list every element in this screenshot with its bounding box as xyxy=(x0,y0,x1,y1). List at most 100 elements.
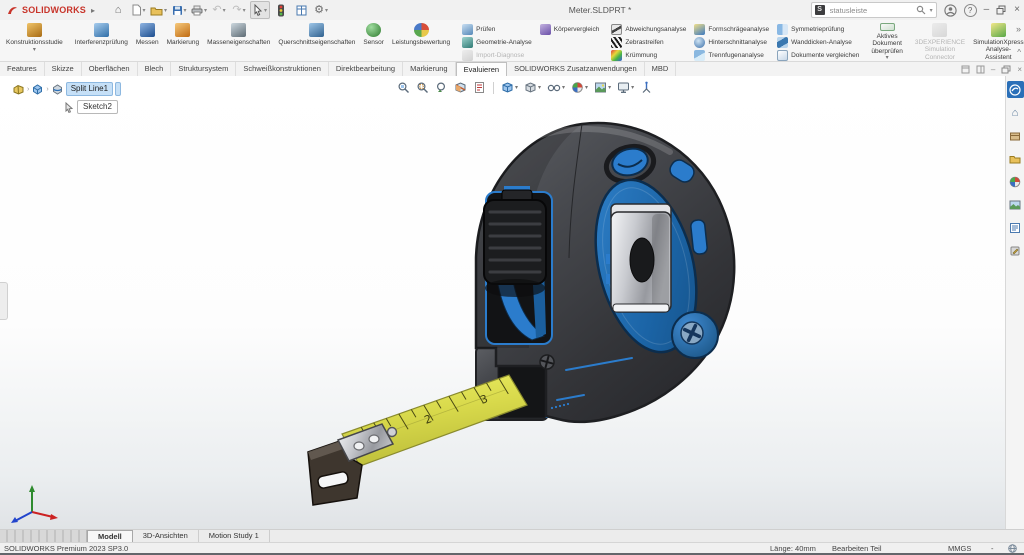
new-document-button[interactable]: ▾ xyxy=(129,2,147,18)
tab-blech[interactable]: Blech xyxy=(138,62,172,76)
check-active-document-icon xyxy=(880,23,895,31)
minimize-button[interactable]: – xyxy=(984,0,990,20)
doc-minimize-button[interactable]: – xyxy=(991,63,995,76)
part-icon[interactable] xyxy=(12,83,25,96)
print-button[interactable]: ▾ xyxy=(190,2,208,18)
menu-expand-arrow[interactable]: ▸ xyxy=(91,6,95,15)
tab-schweisskonstruktionen[interactable]: Schweißkonstruktionen xyxy=(236,62,329,76)
display-style-button[interactable]: ▾ xyxy=(523,80,542,95)
ribbon-button-sensor[interactable]: Sensor xyxy=(359,21,388,61)
ribbon-button-interferenzpruefung[interactable]: Interferenzprüfung xyxy=(71,21,132,61)
tab-features[interactable]: Features xyxy=(0,62,45,76)
solid-body-icon[interactable] xyxy=(31,83,44,96)
ribbon-button-abweichungsanalyse[interactable]: Abweichungsanalyse xyxy=(611,24,686,35)
edit-appearance-button[interactable]: ▾ xyxy=(570,80,589,95)
tab-direktbearbeitung[interactable]: Direktbearbeitung xyxy=(329,62,403,76)
status-globe-icon[interactable] xyxy=(1008,544,1017,553)
split-line-feature-icon[interactable] xyxy=(51,83,64,96)
solidworks-logo[interactable]: SOLIDWORKS ▸ xyxy=(0,4,109,17)
view-settings-button[interactable]: ▾ xyxy=(616,80,635,95)
tab-evaluieren[interactable]: Evaluieren xyxy=(456,62,507,76)
previous-view-button[interactable] xyxy=(434,80,449,95)
pane-preview-icon-2[interactable] xyxy=(976,65,985,74)
ribbon-button-wanddicken-analyse[interactable]: Wanddicken-Analyse xyxy=(777,37,859,48)
ribbon-overflow-button[interactable]: » xyxy=(1016,24,1021,34)
ribbon-button-querschnittseigenschaften[interactable]: Querschnittseigenschaften xyxy=(274,21,359,61)
tab-mbd[interactable]: MBD xyxy=(645,62,677,76)
ribbon-button-leistungsbewertung[interactable]: Leistungsbewertung xyxy=(388,21,454,61)
open-button[interactable]: ▾ xyxy=(149,2,168,18)
tape-measure-model[interactable]: 3 2 xyxy=(280,108,760,528)
tab-zusatzanwendungen[interactable]: SOLIDWORKS Zusatzanwendungen xyxy=(507,62,645,76)
section-view-button[interactable] xyxy=(453,80,468,95)
zoom-to-fit-button[interactable] xyxy=(396,80,411,95)
feature-tree-collapsed-tab[interactable] xyxy=(0,282,8,320)
ribbon-button-trennfugenanalyse[interactable]: Trennfugenanalyse xyxy=(694,50,769,61)
search-box[interactable]: S ▾ xyxy=(811,2,937,18)
ribbon-button-zebrastreifen[interactable]: Zebrastreifen xyxy=(611,37,686,48)
3d-drawing-view-button[interactable] xyxy=(639,80,654,95)
home-button[interactable]: ⌂ xyxy=(109,2,127,18)
units-selector[interactable]: MMGS xyxy=(948,544,971,554)
help-icon[interactable]: ? xyxy=(964,4,977,17)
dropdown-arrow[interactable]: ▾ xyxy=(33,47,36,53)
rebuild-button[interactable] xyxy=(272,2,290,18)
ribbon-button-koerpervergleich[interactable]: Körpervergleich xyxy=(540,24,600,35)
ribbon-button-konstruktionsstudie[interactable]: Konstruktionsstudie ▾ xyxy=(2,21,67,61)
breadcrumb-handle[interactable] xyxy=(115,82,121,96)
search-dropdown-arrow[interactable]: ▾ xyxy=(930,7,933,14)
ribbon-button-markierung[interactable]: Markierung xyxy=(163,21,204,61)
design-library-tab[interactable] xyxy=(1007,127,1024,144)
symmetry-check-icon xyxy=(777,24,788,35)
ribbon-button-geometrie-analyse[interactable]: Geometrie-Analyse xyxy=(462,37,532,48)
undo-button[interactable]: ↶▾ xyxy=(210,2,228,18)
close-button[interactable]: × xyxy=(1014,0,1020,20)
select-tool-button[interactable]: ▾ xyxy=(250,1,270,19)
apply-scene-button[interactable]: ▾ xyxy=(593,80,612,95)
appearances-tab[interactable] xyxy=(1007,173,1024,190)
ribbon-button-messen[interactable]: Messen xyxy=(132,21,163,61)
file-explorer-tab[interactable] xyxy=(1007,150,1024,167)
view-palette-tab[interactable] xyxy=(1007,196,1024,213)
ribbon-button-3dexperience-simulation: 3DEXPERIENCE Simulation Connector xyxy=(911,21,969,61)
ribbon-button-formschraegeanalyse[interactable]: Formschrägeanalyse xyxy=(694,24,769,35)
search-input[interactable] xyxy=(828,5,913,16)
tab-struktursystem[interactable]: Struktursystem xyxy=(171,62,236,76)
options-button[interactable]: ⚙▾ xyxy=(312,2,330,18)
view-orientation-button[interactable]: ▾ xyxy=(500,80,519,95)
ribbon-button-dokumente-vergleichen[interactable]: Dokumente vergleichen xyxy=(777,50,859,61)
hide-show-items-button[interactable]: ▾ xyxy=(546,80,566,95)
sensor-icon xyxy=(366,23,381,37)
pane-preview-icon[interactable] xyxy=(961,65,970,74)
ribbon-button-pruefen[interactable]: Prüfen xyxy=(462,24,532,35)
custom-properties-tab[interactable] xyxy=(1007,219,1024,236)
resources-tab[interactable]: ⌂ xyxy=(1007,104,1024,121)
tab-oberflaechen[interactable]: Oberflächen xyxy=(82,62,138,76)
doc-close-button[interactable]: × xyxy=(1017,63,1022,76)
redo-button[interactable]: ↷▾ xyxy=(230,2,248,18)
search-icon[interactable] xyxy=(916,5,926,15)
ribbon-button-kruemmung[interactable]: Krümmung xyxy=(611,50,686,61)
dynamic-annotation-views-button[interactable] xyxy=(472,80,487,95)
select-cursor-icon xyxy=(253,4,263,16)
status-dash: - xyxy=(991,544,994,554)
forum-tab[interactable] xyxy=(1007,242,1024,259)
zoom-to-area-button[interactable] xyxy=(415,80,430,95)
tab-markierung[interactable]: Markierung xyxy=(403,62,456,76)
doc-restore-button[interactable] xyxy=(1001,65,1011,74)
ribbon-button-symmetriepruefung[interactable]: Symmetrieprüfung xyxy=(777,24,859,35)
graphics-viewport[interactable]: › › Split Line1 Sketch2 ▾ ▾ ▾ ▾ xyxy=(0,76,1024,529)
restore-button[interactable] xyxy=(996,5,1007,15)
3dexperience-tab[interactable] xyxy=(1007,81,1024,98)
ribbon-button-hinterschnittanalyse[interactable]: Hinterschnittanalyse xyxy=(694,37,769,48)
dropdown-arrow[interactable]: ▾ xyxy=(886,55,889,61)
ribbon-collapse-button[interactable]: ^ xyxy=(1017,48,1021,57)
file-properties-button[interactable] xyxy=(292,2,310,18)
ribbon-button-aktives-dokument[interactable]: Aktives Dokument überprüfen▾ xyxy=(867,21,906,61)
breadcrumb-sketch-label[interactable]: Sketch2 xyxy=(77,100,118,114)
save-button[interactable]: ▾ xyxy=(170,2,188,18)
breadcrumb-feature-label[interactable]: Split Line1 xyxy=(66,82,113,96)
tab-skizze[interactable]: Skizze xyxy=(45,62,82,76)
login-icon[interactable] xyxy=(944,4,957,17)
ribbon-button-masseneigenschaften[interactable]: Masseneigenschaften xyxy=(203,21,274,61)
